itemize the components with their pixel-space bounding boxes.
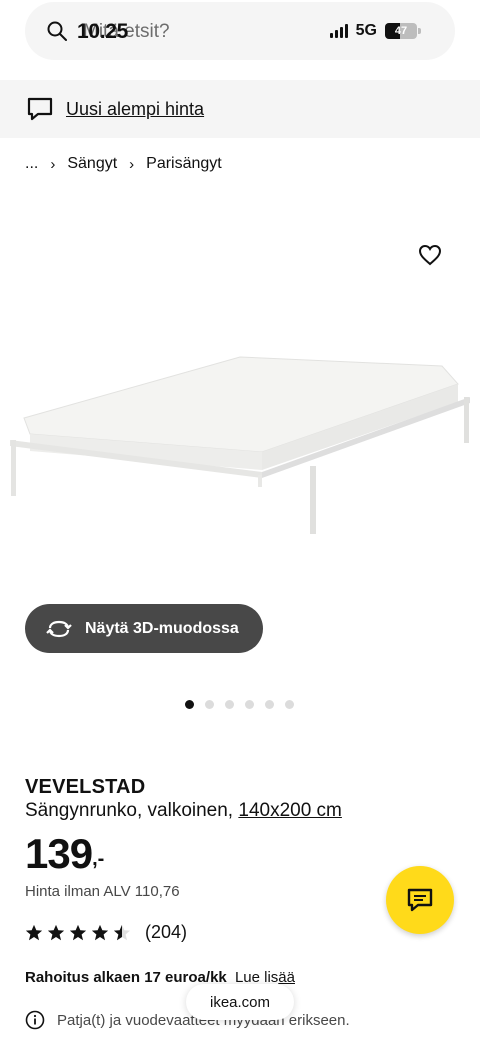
search-bar[interactable]: Mitä etsit? 10.25 5G 47 bbox=[25, 2, 455, 60]
product-rating[interactable]: (204) bbox=[25, 922, 187, 943]
product-description: Sängynrunko, valkoinen, 140x200 cm bbox=[25, 800, 342, 822]
chat-button[interactable] bbox=[386, 866, 454, 934]
status-time: 10.25 bbox=[77, 20, 129, 43]
star-full-icon bbox=[91, 924, 109, 940]
gallery-dot[interactable] bbox=[285, 700, 294, 709]
rotate-3d-icon bbox=[46, 620, 72, 637]
gallery-dot[interactable] bbox=[245, 700, 254, 709]
favorite-button[interactable] bbox=[414, 239, 446, 271]
breadcrumb-item-beds[interactable]: Sängyt bbox=[67, 155, 117, 173]
rating-count[interactable]: (204) bbox=[145, 922, 187, 943]
gallery-dot[interactable] bbox=[265, 700, 274, 709]
browser-url: ikea.com bbox=[209, 993, 271, 1011]
price-drop-link[interactable]: Uusi alempi hinta bbox=[66, 99, 204, 120]
heart-icon bbox=[418, 244, 442, 266]
view-3d-button[interactable]: Näytä 3D-muodossa bbox=[25, 604, 263, 653]
gallery-dot[interactable] bbox=[185, 700, 194, 709]
chat-icon bbox=[407, 888, 433, 912]
star-full-icon bbox=[69, 924, 87, 940]
battery-cap bbox=[418, 28, 421, 34]
signal-icon bbox=[329, 24, 348, 38]
search-icon bbox=[47, 21, 67, 41]
financing-text: Rahoitus alkaen 17 euroa/kk bbox=[25, 969, 227, 986]
battery-icon: 47 bbox=[385, 23, 417, 39]
browser-url-bar[interactable]: ikea.com bbox=[186, 984, 294, 1020]
breadcrumb-item-double-beds[interactable]: Parisängyt bbox=[146, 155, 222, 173]
breadcrumb-ellipsis[interactable]: ... bbox=[25, 155, 38, 173]
product-name: VEVELSTAD bbox=[25, 776, 146, 798]
chevron-right-icon: › bbox=[50, 155, 56, 173]
price-suffix: ,- bbox=[92, 848, 105, 870]
price-without-vat: Hinta ilman ALV 110,76 bbox=[25, 883, 180, 900]
read-more-underlined: ää bbox=[278, 969, 295, 986]
gallery-dot[interactable] bbox=[205, 700, 214, 709]
gallery-dot[interactable] bbox=[225, 700, 234, 709]
star-full-icon bbox=[47, 924, 65, 940]
gallery-pagination bbox=[185, 700, 294, 709]
price-value: 139 bbox=[25, 830, 93, 877]
star-half-icon bbox=[113, 924, 131, 940]
breadcrumb: ... › Sängyt › Parisängyt bbox=[25, 155, 222, 173]
chevron-right-icon: › bbox=[129, 155, 135, 173]
network-type: 5G bbox=[355, 22, 377, 39]
product-size-link[interactable]: 140x200 cm bbox=[238, 800, 342, 821]
battery-level: 47 bbox=[394, 25, 408, 37]
info-icon bbox=[25, 1010, 45, 1030]
chat-bubble-icon bbox=[27, 97, 53, 121]
mattress-sold-separately-note: Patja(t) ja vuodevaatteet myydään erikse… bbox=[25, 1010, 350, 1030]
star-full-icon bbox=[25, 924, 43, 940]
price-drop-banner[interactable]: Uusi alempi hinta bbox=[0, 80, 480, 138]
product-price: 139 ,- bbox=[25, 830, 104, 878]
product-description-text: Sängynrunko, valkoinen, bbox=[25, 800, 234, 821]
status-indicators: 5G 47 bbox=[329, 22, 421, 40]
view-3d-label: Näytä 3D-muodossa bbox=[85, 619, 239, 637]
